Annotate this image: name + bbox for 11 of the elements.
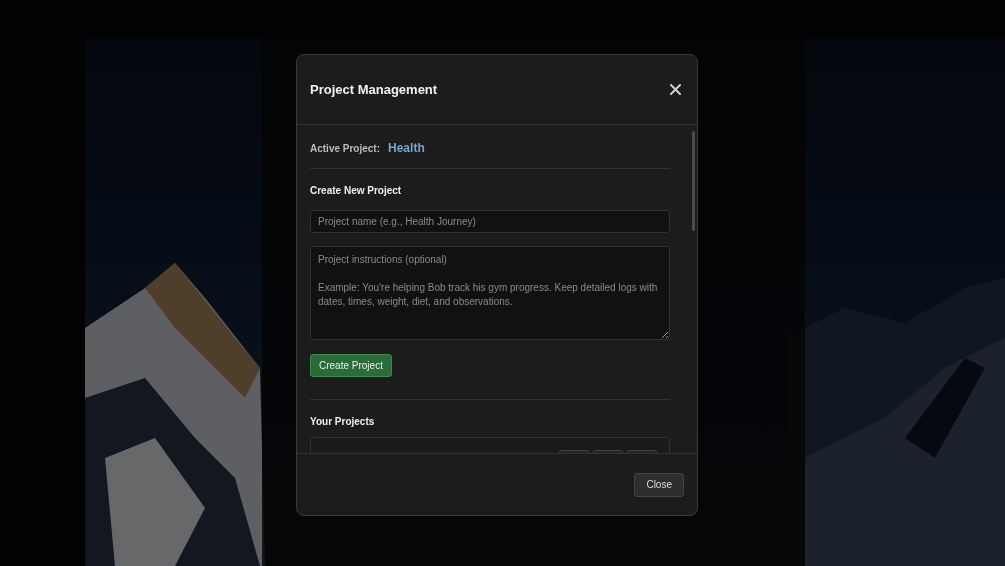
active-project-label: Active Project:	[310, 142, 381, 154]
section-heading: Create New Project	[310, 185, 403, 196]
project-instructions-field[interactable]: Project instructions (optional) Example: You're helping Bob track his gym progress. Keep detailed logs with dates, times, weight, diet, and observations.	[310, 246, 670, 340]
dialog-title: Project Management	[310, 82, 438, 97]
close-button[interactable]: Close	[634, 472, 684, 497]
scrollbar[interactable]	[692, 131, 695, 231]
project-name-field[interactable]: Project name (e.g., Health Journey)	[310, 210, 670, 233]
section-heading: Your Projects	[310, 416, 376, 427]
active-project-name: Health	[388, 141, 425, 155]
close-icon[interactable]	[668, 82, 683, 97]
create-project-button[interactable]: Create Project	[310, 354, 392, 377]
